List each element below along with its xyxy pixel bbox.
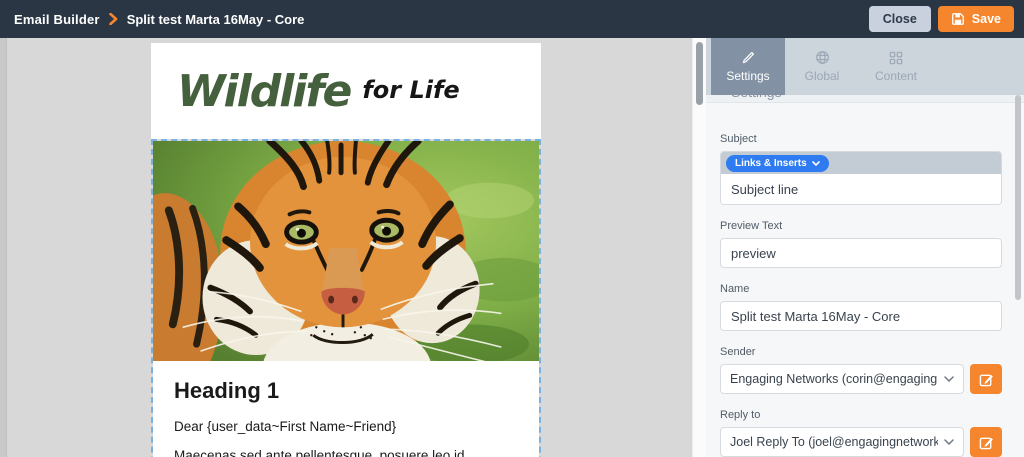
save-button[interactable]: Save: [938, 6, 1014, 32]
canvas-scrollbar[interactable]: [692, 38, 706, 457]
sender-label: Sender: [720, 346, 1002, 358]
name-label: Name: [720, 283, 1002, 295]
tiger-photo[interactable]: [153, 141, 539, 361]
settings-panel: Settings Global Content Settings Subject: [706, 38, 1024, 457]
panel-divider: [706, 102, 1024, 103]
sender-edit-button[interactable]: [970, 364, 1002, 394]
email-document: Wildlife for Life: [151, 43, 541, 457]
logo-text-primary: Wildlife: [177, 66, 350, 117]
panel-scrollbar-thumb[interactable]: [1015, 95, 1021, 300]
canvas-scrollbar-thumb[interactable]: [696, 42, 703, 105]
save-floppy-icon: [951, 12, 965, 26]
subject-label: Subject: [720, 133, 1002, 145]
preview-text-label: Preview Text: [720, 220, 1002, 232]
pencil-icon: [741, 50, 755, 65]
panel-tabs: Settings Global Content: [706, 38, 1024, 95]
tab-content[interactable]: Content: [859, 38, 933, 95]
preview-text-field: Preview Text: [720, 220, 1002, 268]
subject-input[interactable]: [721, 174, 1001, 204]
app-title: Email Builder: [14, 12, 100, 27]
globe-icon: [815, 50, 830, 65]
name-input[interactable]: [720, 301, 1002, 331]
sender-field: Sender Engaging Networks (corin@engaging…: [720, 346, 1002, 394]
email-greeting: Dear {user_data~First Name~Friend}: [174, 419, 518, 434]
reply-to-select[interactable]: Joel Reply To (joel@engagingnetworks.net…: [720, 427, 964, 457]
email-logo-block[interactable]: Wildlife for Life: [151, 43, 541, 139]
page-title: Split test Marta 16May - Core: [127, 12, 305, 27]
subject-toolbar: Links & Inserts: [721, 152, 1001, 174]
top-header-bar: Email Builder Split test Marta 16May - C…: [0, 0, 1024, 38]
tab-settings[interactable]: Settings: [711, 38, 785, 95]
logo-text-secondary: for Life: [362, 76, 459, 106]
breadcrumb: Email Builder Split test Marta 16May - C…: [14, 12, 304, 27]
email-heading: Heading 1: [174, 378, 518, 404]
reply-to-edit-button[interactable]: [970, 427, 1002, 457]
selected-email-block[interactable]: Heading 1 Dear {user_data~First Name~Fri…: [151, 139, 541, 457]
breadcrumb-chevron-icon: [109, 13, 118, 25]
name-field: Name: [720, 283, 1002, 331]
links-inserts-button[interactable]: Links & Inserts: [726, 155, 829, 172]
email-preview-canvas: Wildlife for Life: [0, 38, 692, 457]
canvas-left-edge: [0, 38, 7, 457]
chevron-down-icon: [812, 161, 820, 166]
close-button[interactable]: Close: [869, 6, 931, 32]
grid-icon: [889, 50, 903, 65]
preview-text-input[interactable]: [720, 238, 1002, 268]
reply-to-label: Reply to: [720, 409, 1002, 421]
email-paragraph: Maecenas sed ante pellentesque, posuere …: [174, 448, 518, 457]
chevron-down-icon: [944, 376, 954, 382]
subject-field: Subject Links & Inserts: [720, 133, 1002, 205]
tab-global[interactable]: Global: [785, 38, 859, 95]
reply-to-field: Reply to Joel Reply To (joel@engagingnet…: [720, 409, 1002, 457]
sender-select[interactable]: Engaging Networks (corin@engagingnetwork…: [720, 364, 964, 394]
email-text-block[interactable]: Heading 1 Dear {user_data~First Name~Fri…: [153, 361, 539, 457]
chevron-down-icon: [944, 439, 954, 445]
scrolled-heading-clipped: Settings: [706, 95, 1024, 102]
